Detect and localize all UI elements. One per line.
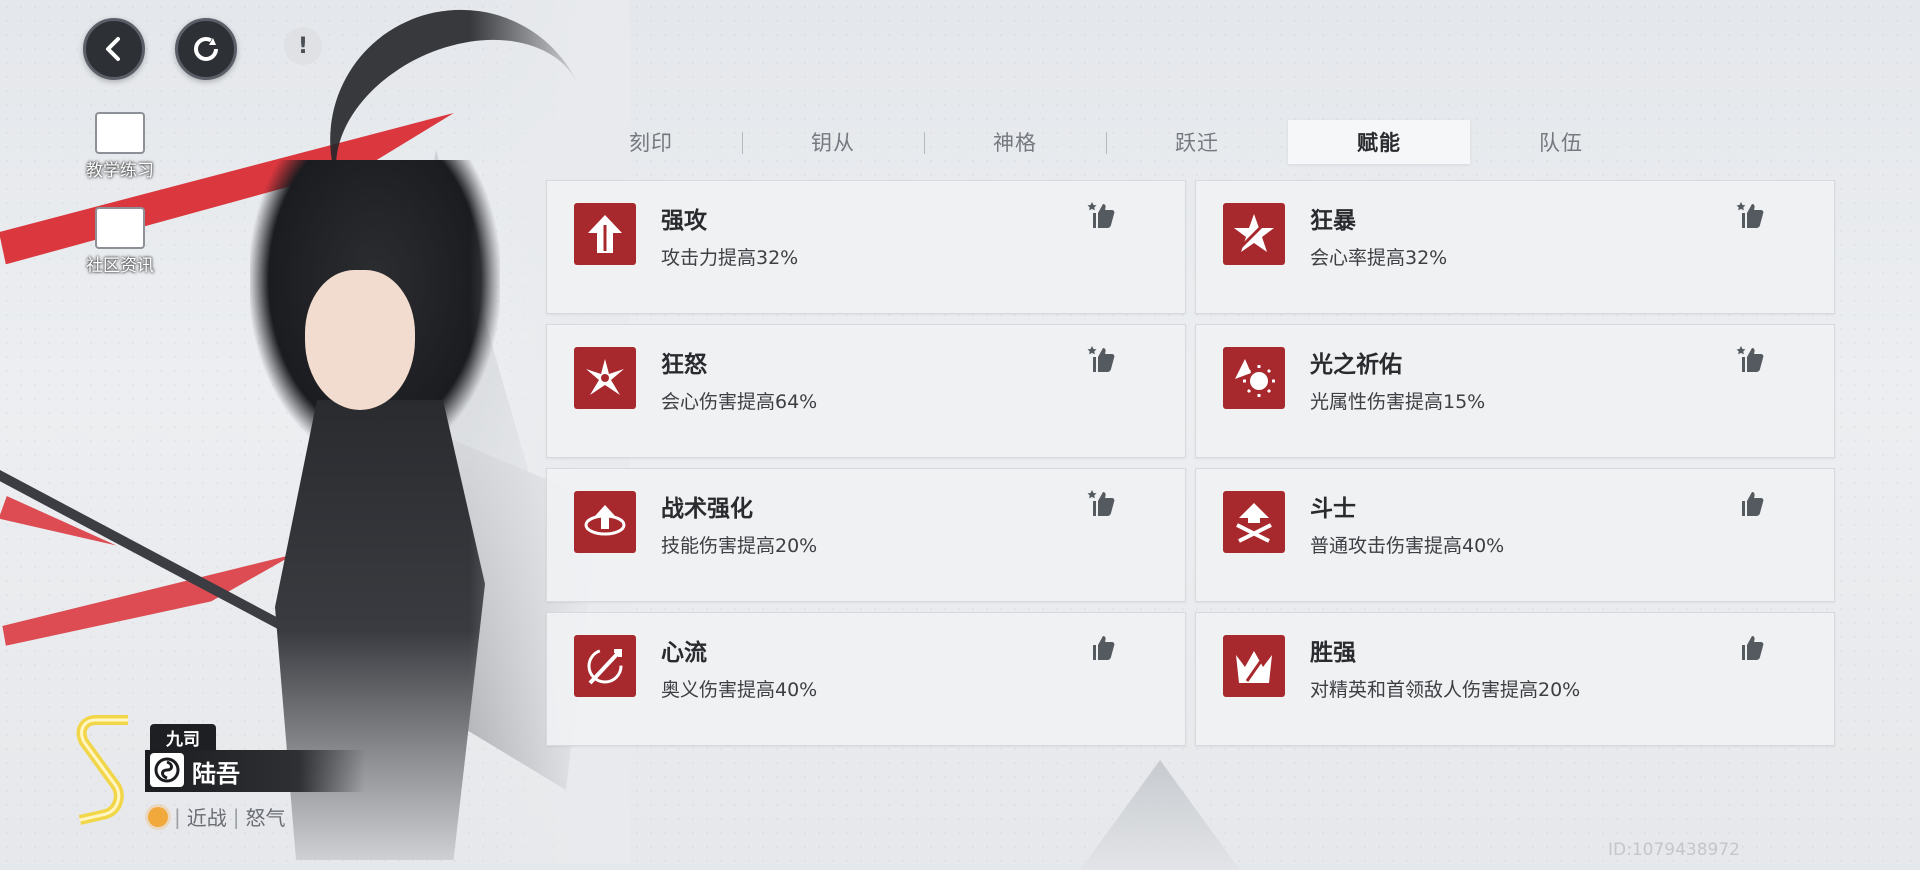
card-name: 战术强化: [661, 496, 753, 522]
tutorial-label: 教学练习: [86, 161, 154, 181]
tab-imprint[interactable]: 刻印: [560, 120, 742, 164]
separator: |: [174, 804, 181, 829]
exclamation-icon: !: [297, 33, 309, 59]
recommend-star-thumb-icon: [1736, 202, 1764, 228]
rank-s-emblem: [76, 715, 128, 825]
tab-divinity[interactable]: 神格: [924, 120, 1106, 164]
card-name: 心流: [661, 640, 707, 666]
back-button[interactable]: [83, 18, 145, 80]
element-emblem-icon: [150, 753, 184, 787]
card-name: 斗士: [1310, 496, 1356, 522]
tab-transition[interactable]: 跃迁: [1106, 120, 1288, 164]
character-name: 陆吾: [192, 760, 240, 788]
card-desc: 会心伤害提高64%: [661, 391, 818, 413]
empower-card[interactable]: 斗士 普通攻击伤害提高40%: [1195, 468, 1835, 602]
recommend-star-thumb-icon: [1087, 490, 1115, 516]
shard-burst-icon: [574, 347, 636, 409]
character-faction-tag: 九司: [150, 724, 216, 751]
empower-card[interactable]: 狂怒 会心伤害提高64%: [546, 324, 1186, 458]
star-burst-icon: [1223, 203, 1285, 265]
book-icon: [95, 112, 145, 154]
refresh-icon: [194, 37, 218, 61]
chat-icon: [95, 207, 145, 249]
chevron-left-icon: [106, 37, 120, 61]
card-desc: 技能伤害提高20%: [661, 535, 818, 557]
empower-card[interactable]: 胜强 对精英和首领敌人伤害提高20%: [1195, 612, 1835, 746]
spiral-strike-icon: [574, 635, 636, 697]
attr-range: 近战: [186, 806, 227, 830]
card-name: 光之祈佑: [1310, 352, 1402, 378]
card-name: 狂怒: [661, 352, 707, 378]
arrow-up-icon: [574, 203, 636, 265]
tab-team[interactable]: 队伍: [1470, 120, 1652, 164]
light-element-icon: [148, 806, 168, 827]
face: [305, 270, 415, 410]
thumbs-up-icon: [1742, 636, 1764, 660]
thumbs-up-icon: [1093, 636, 1115, 660]
recommend-star-thumb-icon: [1087, 202, 1115, 228]
community-label: 社区资讯: [86, 256, 154, 276]
refresh-button[interactable]: [175, 18, 237, 80]
card-name: 胜强: [1310, 640, 1356, 666]
card-desc: 对精英和首领敌人伤害提高20%: [1310, 679, 1581, 701]
card-desc: 普通攻击伤害提高40%: [1310, 535, 1505, 557]
orbit-arrow-icon: [574, 491, 636, 553]
recommend-star-thumb-icon: [1087, 346, 1115, 372]
card-desc: 会心率提高32%: [1310, 247, 1448, 269]
tab-empower[interactable]: 赋能: [1288, 120, 1470, 164]
card-name: 强攻: [661, 208, 707, 234]
card-desc: 光属性伤害提高15%: [1310, 391, 1486, 413]
crossed-swords-icon: [1223, 491, 1285, 553]
empower-card[interactable]: 狂暴 会心率提高32%: [1195, 180, 1835, 314]
empower-card[interactable]: 光之祈佑 光属性伤害提高15%: [1195, 324, 1835, 458]
card-desc: 奥义伤害提高40%: [661, 679, 818, 701]
empower-card[interactable]: 心流 奥义伤害提高40%: [546, 612, 1186, 746]
tab-key[interactable]: 钥从: [742, 120, 924, 164]
info-button[interactable]: !: [284, 27, 322, 65]
sun-icon: [1223, 347, 1285, 409]
empower-card[interactable]: 战术强化 技能伤害提高20%: [546, 468, 1186, 602]
tutorial-link[interactable]: 教学练习: [70, 112, 170, 181]
recommend-star-thumb-icon: [1736, 346, 1764, 372]
thumbs-up-icon: [1742, 492, 1764, 516]
crown-icon: [1223, 635, 1285, 697]
attr-resource: 怒气: [245, 806, 286, 830]
tab-bar: 刻印 钥从 神格 跃迁 赋能 队伍: [560, 120, 1652, 164]
community-link[interactable]: 社区资讯: [70, 207, 170, 276]
card-desc: 攻击力提高32%: [661, 247, 799, 269]
empower-card[interactable]: 强攻 攻击力提高32%: [546, 180, 1186, 314]
character-attributes: | 近战 | 怒气: [148, 802, 286, 831]
player-uid: ID:1079438972: [1608, 840, 1740, 860]
separator: |: [232, 804, 240, 829]
card-name: 狂暴: [1310, 208, 1356, 234]
